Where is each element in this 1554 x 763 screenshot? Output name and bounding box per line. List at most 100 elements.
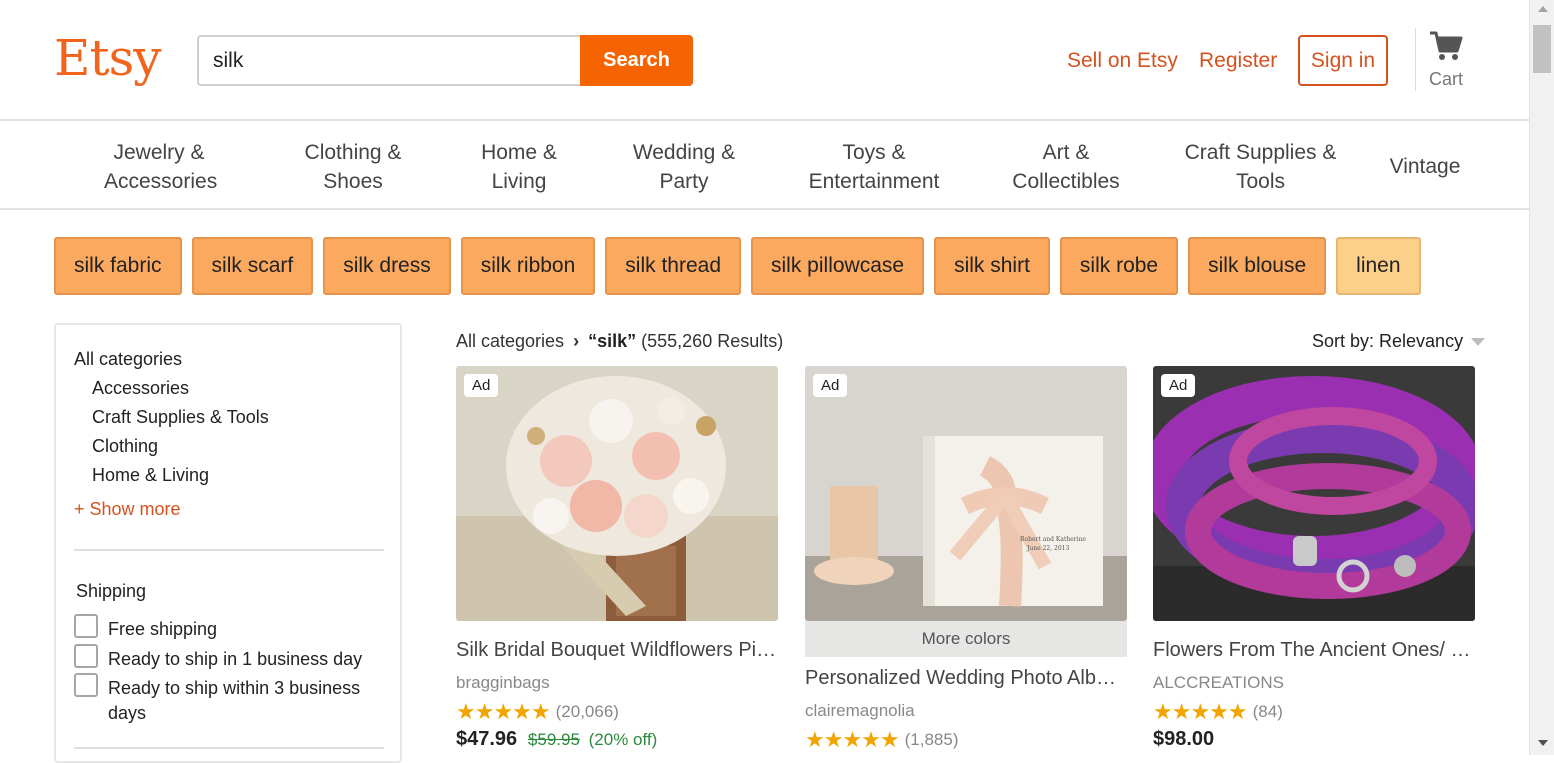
nav-category-label-line2: Shoes [323,170,383,193]
shipping-heading: Shipping [76,581,147,601]
nav-category-label-line1: Wedding & [632,141,736,164]
nav-category-label-line2: Accessories [104,170,218,193]
sidebar-divider [74,747,384,749]
sort-dropdown[interactable]: Sort by: Relevancy [1312,331,1486,352]
chip-silk-thread[interactable]: silk thread [605,237,742,295]
listing-image[interactable]: Ad [456,366,778,621]
review-count: (84) [1252,702,1283,721]
original-price: $59.95 [527,730,580,749]
listing-rating: ★★★★★ (84) [1153,699,1283,725]
sidebar-divider [74,549,384,551]
listing-price: $47.96 [456,728,518,750]
free-shipping-label: Free shipping [108,619,218,639]
star-rating-icon: ★★★★★ [1153,699,1248,724]
chip-silk-ribbon[interactable]: silk ribbon [460,237,596,295]
ad-badge: Ad [813,374,848,397]
sidebar-item-accessories[interactable]: Accessories [92,378,189,399]
nav-category-label-line2: Party [659,170,709,193]
page-scrollbar[interactable] [1529,0,1554,755]
listing-shop: bragginbags [456,673,550,692]
sell-on-etsy-link[interactable]: Sell on Etsy [1067,48,1178,74]
ship-1-day-label: Ready to ship in 1 business day [108,649,363,669]
chevron-right-icon: › [573,331,580,351]
scroll-up-arrow-icon[interactable] [1538,6,1548,12]
sidebar-title[interactable]: All categories [74,349,182,370]
listing-rating: ★★★★★ (20,066) [456,699,619,725]
nav-category-label-line2: Entertainment [808,170,940,193]
photo-album-photo: Robert and Katherine June 22, 2013 [805,366,1127,621]
chip-silk-dress[interactable]: silk dress [323,237,451,295]
sidebar-item-home-living[interactable]: Home & Living [92,465,209,486]
star-rating-icon: ★★★★★ [805,727,900,752]
nav-category-wedding-party[interactable]: Wedding & Party [624,138,744,196]
sort-label: Sort by: Relevancy [1312,331,1464,351]
register-link[interactable]: Register [1199,48,1277,74]
discount-label: (20% off) [588,730,658,749]
listing-shop: clairemagnolia [805,701,915,720]
review-count: (1,885) [904,730,959,749]
ship-1-day-checkbox[interactable] [74,644,98,668]
nav-category-jewelry-accessories[interactable]: Jewelry & Accessories [104,138,218,196]
nav-category-home-living[interactable]: Home & Living [470,138,568,196]
cart-button[interactable]: Cart [1424,30,1468,90]
chip-silk-shirt[interactable]: silk shirt [934,237,1050,295]
free-shipping-checkbox[interactable] [74,614,98,638]
nav-category-label-line1: Vintage [1389,155,1461,178]
listing-image[interactable]: Robert and Katherine June 22, 2013 Ad [805,366,1127,621]
scroll-down-arrow-icon[interactable] [1538,740,1548,746]
listing-price-row: $47.96 $59.95 (20% off) [456,728,657,751]
breadcrumb-query: “silk” [588,331,637,351]
listing-price: $98.00 [1153,728,1215,750]
search-button[interactable]: Search [580,35,693,86]
album-caption-text: Robert and Katherine [1020,536,1086,543]
chip-silk-fabric[interactable]: silk fabric [54,237,182,295]
listing-image[interactable]: Ad [1153,366,1475,621]
sidebar-item-craft-supplies[interactable]: Craft Supplies & Tools [92,407,269,428]
album-date-text: June 22, 2013 [1026,545,1069,552]
chip-linen[interactable]: linen [1336,237,1421,295]
category-nav: Jewelry & Accessories Clothing & Shoes H… [0,122,1529,210]
nav-category-label-line2: Living [491,170,547,193]
listing-rating: ★★★★★ (1,885) [805,727,959,753]
nav-category-label-line1: Jewelry & [113,141,205,164]
listing-title[interactable]: Silk Bridal Bouquet Wildflowers Pink Blu… [456,639,778,662]
ad-badge: Ad [464,374,499,397]
related-search-chips: silk fabric silk scarf silk dress silk r… [54,237,1421,295]
ship-3-days-checkbox[interactable] [74,673,98,697]
nav-category-toys-entertainment[interactable]: Toys & Entertainment [804,138,944,196]
nav-category-label-line1: Toys & [842,141,906,164]
nav-category-art-collectibles[interactable]: Art & Collectibles [1006,138,1126,196]
ship-3-days-label: Ready to ship within 3 business days [108,678,361,723]
site-header: Etsy Search Sell on Etsy Register Sign i… [0,0,1529,121]
sidebar-item-clothing[interactable]: Clothing [92,436,158,457]
etsy-logo[interactable]: Etsy [54,28,161,88]
nav-category-label-line2: Collectibles [1012,170,1120,193]
sign-in-button[interactable]: Sign in [1298,35,1388,86]
cart-icon [1430,31,1463,60]
nav-category-label-line2: Tools [1235,170,1286,193]
bracelet-photo [1153,366,1475,621]
bouquet-photo [456,366,778,621]
listing-price-row: $98.00 [1153,728,1214,751]
cart-label: Cart [1428,69,1463,89]
chip-silk-robe[interactable]: silk robe [1059,237,1179,295]
show-more-link[interactable]: + Show more [74,499,181,520]
listing-title[interactable]: Flowers From The Ancient Ones/ knit silk… [1153,639,1475,662]
nav-category-vintage[interactable]: Vintage [1382,152,1468,181]
more-colors-bar[interactable]: More colors [805,621,1127,657]
result-count: (555,260 Results) [641,331,784,351]
chip-silk-scarf[interactable]: silk scarf [191,237,314,295]
nav-category-craft-supplies-tools[interactable]: Craft Supplies & Tools [1178,138,1343,196]
caret-down-icon [1471,338,1486,347]
star-rating-icon: ★★★★★ [456,699,551,724]
nav-category-clothing-shoes[interactable]: Clothing & Shoes [293,138,413,196]
nav-category-label-line1: Clothing & [304,141,402,164]
listing-title[interactable]: Personalized Wedding Photo Album with Si… [805,667,1127,690]
chip-silk-blouse[interactable]: silk blouse [1188,237,1327,295]
search-input[interactable] [197,35,581,86]
nav-category-label-line1: Craft Supplies & [1184,141,1337,164]
breadcrumb-root[interactable]: All categories [456,331,564,351]
review-count: (20,066) [555,702,619,721]
scrollbar-thumb[interactable] [1533,25,1551,73]
chip-silk-pillowcase[interactable]: silk pillowcase [751,237,925,295]
